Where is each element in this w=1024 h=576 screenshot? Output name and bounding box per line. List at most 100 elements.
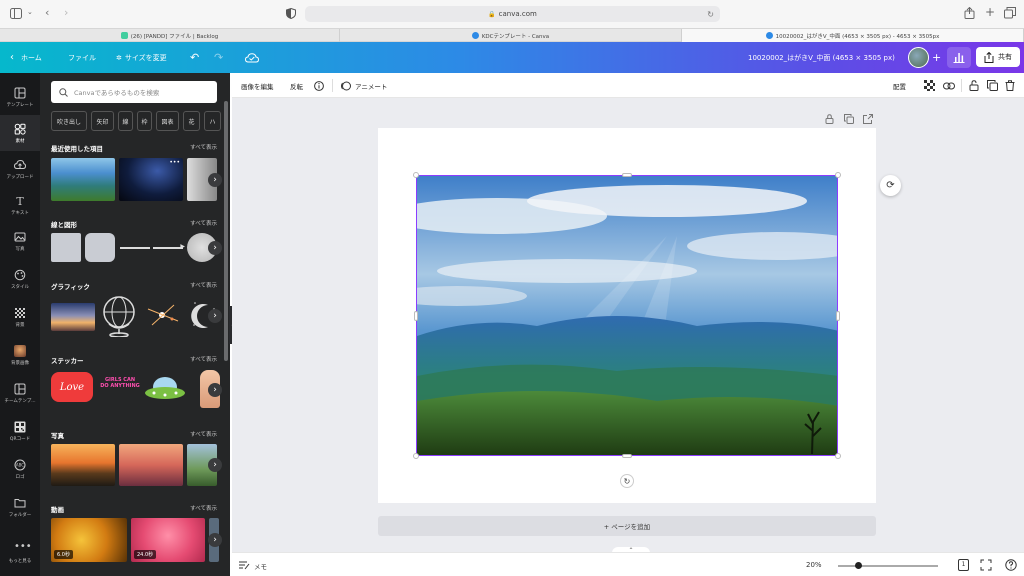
refresh-icon[interactable]: ⟳ bbox=[880, 175, 901, 196]
see-all-link[interactable]: すべて表示 bbox=[190, 219, 217, 229]
fullscreen-icon[interactable] bbox=[980, 559, 992, 571]
file-menu-button[interactable]: ファイル bbox=[68, 42, 96, 73]
recent-thumbnail-night-sky[interactable]: ••• bbox=[119, 158, 183, 201]
page-count-button[interactable]: 1 bbox=[958, 559, 969, 571]
resize-handle[interactable] bbox=[622, 173, 632, 177]
search-input[interactable]: Canvaであらゆるものを検索 bbox=[51, 81, 217, 103]
home-button[interactable]: ‹ ホーム bbox=[10, 42, 42, 73]
see-all-link[interactable]: すべて表示 bbox=[190, 504, 217, 514]
star-sparkle-graphic[interactable] bbox=[144, 299, 184, 333]
more-options-icon[interactable]: ••• bbox=[169, 159, 180, 166]
address-bar[interactable]: 🔒 canva.com ↻ bbox=[305, 6, 720, 22]
chevron-right-icon[interactable]: › bbox=[208, 241, 222, 255]
info-button[interactable] bbox=[314, 73, 324, 98]
rail-item-template[interactable]: テンプレート bbox=[0, 79, 40, 115]
back-icon[interactable]: ‹ bbox=[45, 6, 49, 19]
recent-thumbnail-landscape[interactable] bbox=[51, 158, 115, 201]
arrow-line-shape[interactable]: ▶ bbox=[153, 243, 185, 250]
panel-scrollbar[interactable] bbox=[224, 101, 228, 361]
browser-tab[interactable]: KDCテンプレート - Canva bbox=[340, 29, 682, 42]
sidebar-toggle-icon[interactable] bbox=[10, 8, 22, 19]
resize-handle[interactable] bbox=[413, 453, 419, 459]
rail-item-qr-code[interactable]: QRコード bbox=[0, 413, 40, 449]
page-duplicate-icon[interactable] bbox=[844, 114, 854, 124]
chevron-right-icon[interactable]: › bbox=[208, 173, 222, 187]
zoom-slider-thumb[interactable] bbox=[854, 562, 862, 569]
transparency-button[interactable] bbox=[924, 73, 935, 98]
chevron-right-icon[interactable]: › bbox=[208, 533, 222, 547]
duplicate-button[interactable] bbox=[987, 73, 998, 98]
share-button[interactable]: 共有 bbox=[976, 47, 1020, 67]
photo-thumbnail-sunset[interactable] bbox=[51, 444, 115, 486]
zoom-level[interactable]: 20% bbox=[806, 561, 822, 569]
see-all-link[interactable]: すべて表示 bbox=[190, 143, 217, 153]
help-icon[interactable] bbox=[1005, 559, 1017, 571]
page-lock-icon[interactable] bbox=[825, 114, 834, 124]
rail-item-logo[interactable]: ABC ロゴ bbox=[0, 451, 40, 487]
zoom-slider[interactable] bbox=[838, 562, 938, 569]
chip-speech-bubble[interactable]: 吹き出し bbox=[51, 111, 87, 131]
rail-item-upload[interactable]: アップロード bbox=[0, 151, 40, 187]
insights-button[interactable] bbox=[947, 47, 971, 68]
chevron-down-icon[interactable]: ⌄ bbox=[27, 8, 33, 16]
page-share-icon[interactable] bbox=[863, 114, 873, 124]
flip-button[interactable]: 反転 bbox=[290, 73, 303, 98]
redo-button[interactable]: ↷ bbox=[214, 42, 223, 73]
graphic-sunset[interactable] bbox=[51, 303, 95, 331]
love-sticker[interactable]: Love bbox=[51, 372, 93, 402]
resize-handle[interactable] bbox=[835, 172, 841, 178]
browser-tab-active[interactable]: 10020002_はがきV_中面 (4653 × 3505 px) - 4653… bbox=[682, 29, 1024, 42]
selected-landscape-photo[interactable] bbox=[416, 175, 838, 456]
chip-frame[interactable]: 枠 bbox=[137, 111, 152, 131]
add-page-button[interactable]: + ページを追加 bbox=[378, 516, 876, 536]
undo-button[interactable]: ↶ bbox=[190, 42, 199, 73]
document-title[interactable]: 10020002_はがきV_中面 (4653 × 3505 px) bbox=[748, 42, 895, 73]
ufo-sticker[interactable] bbox=[144, 373, 186, 405]
new-tab-icon[interactable]: + bbox=[985, 5, 995, 19]
line-shape[interactable] bbox=[120, 247, 150, 249]
privacy-shield-icon[interactable] bbox=[286, 8, 296, 19]
reload-icon[interactable]: ↻ bbox=[707, 10, 714, 19]
chip-more[interactable]: ハ bbox=[204, 111, 221, 131]
rail-item-photo[interactable]: 写真 bbox=[0, 223, 40, 259]
resize-handle[interactable] bbox=[835, 453, 841, 459]
avatar[interactable] bbox=[908, 47, 929, 68]
chevron-right-icon[interactable]: › bbox=[208, 383, 222, 397]
lock-button[interactable] bbox=[969, 73, 979, 98]
chip-arrow[interactable]: 矢印 bbox=[91, 111, 114, 131]
chevron-right-icon[interactable]: › bbox=[208, 309, 222, 323]
square-shape[interactable] bbox=[51, 233, 81, 262]
video-thumbnail-fire[interactable]: 6.0秒 bbox=[51, 518, 127, 562]
resize-handle[interactable] bbox=[414, 311, 418, 321]
chip-flower[interactable]: 花 bbox=[183, 111, 200, 131]
share-icon[interactable] bbox=[964, 7, 975, 19]
chevron-right-icon[interactable]: › bbox=[208, 458, 222, 472]
cloud-save-button[interactable] bbox=[245, 42, 259, 73]
rail-item-bg-image[interactable]: 背景画像 bbox=[0, 337, 40, 373]
animate-button[interactable]: アニメート bbox=[340, 73, 387, 98]
rail-item-more[interactable]: ••• もっと見る bbox=[0, 535, 40, 571]
delete-button[interactable] bbox=[1005, 73, 1015, 98]
see-all-link[interactable]: すべて表示 bbox=[190, 281, 217, 291]
rotate-icon[interactable]: ↻ bbox=[620, 474, 634, 488]
girls-can-do-anything-sticker[interactable]: GIRLS CAN DO ANYTHING bbox=[100, 377, 140, 401]
see-all-link[interactable]: すべて表示 bbox=[190, 430, 217, 440]
rail-item-style[interactable]: スタイル bbox=[0, 261, 40, 297]
notes-icon[interactable] bbox=[238, 559, 250, 571]
link-button[interactable] bbox=[943, 73, 955, 98]
rounded-square-shape[interactable] bbox=[85, 233, 115, 262]
forward-icon[interactable]: › bbox=[64, 6, 68, 19]
position-button[interactable]: 配置 bbox=[893, 73, 906, 98]
resize-button[interactable]: ✲ サイズを変更 bbox=[116, 42, 167, 73]
globe-graphic[interactable] bbox=[100, 293, 138, 337]
resize-handle[interactable] bbox=[413, 172, 419, 178]
rail-item-text[interactable]: T テキスト bbox=[0, 187, 40, 223]
rail-item-folder[interactable]: フォルダー bbox=[0, 489, 40, 525]
video-thumbnail-pink[interactable]: 24.0秒 bbox=[131, 518, 205, 562]
rail-item-elements[interactable]: 素材 bbox=[0, 115, 40, 151]
tab-overview-icon[interactable] bbox=[1004, 7, 1016, 19]
add-collaborator-button[interactable]: + bbox=[932, 42, 941, 73]
chip-chart[interactable]: 図表 bbox=[156, 111, 179, 131]
edit-image-button[interactable]: 画像を編集 bbox=[241, 73, 274, 98]
browser-tab[interactable]: (26) [PANDD] ファイル | Backlog bbox=[0, 29, 340, 42]
